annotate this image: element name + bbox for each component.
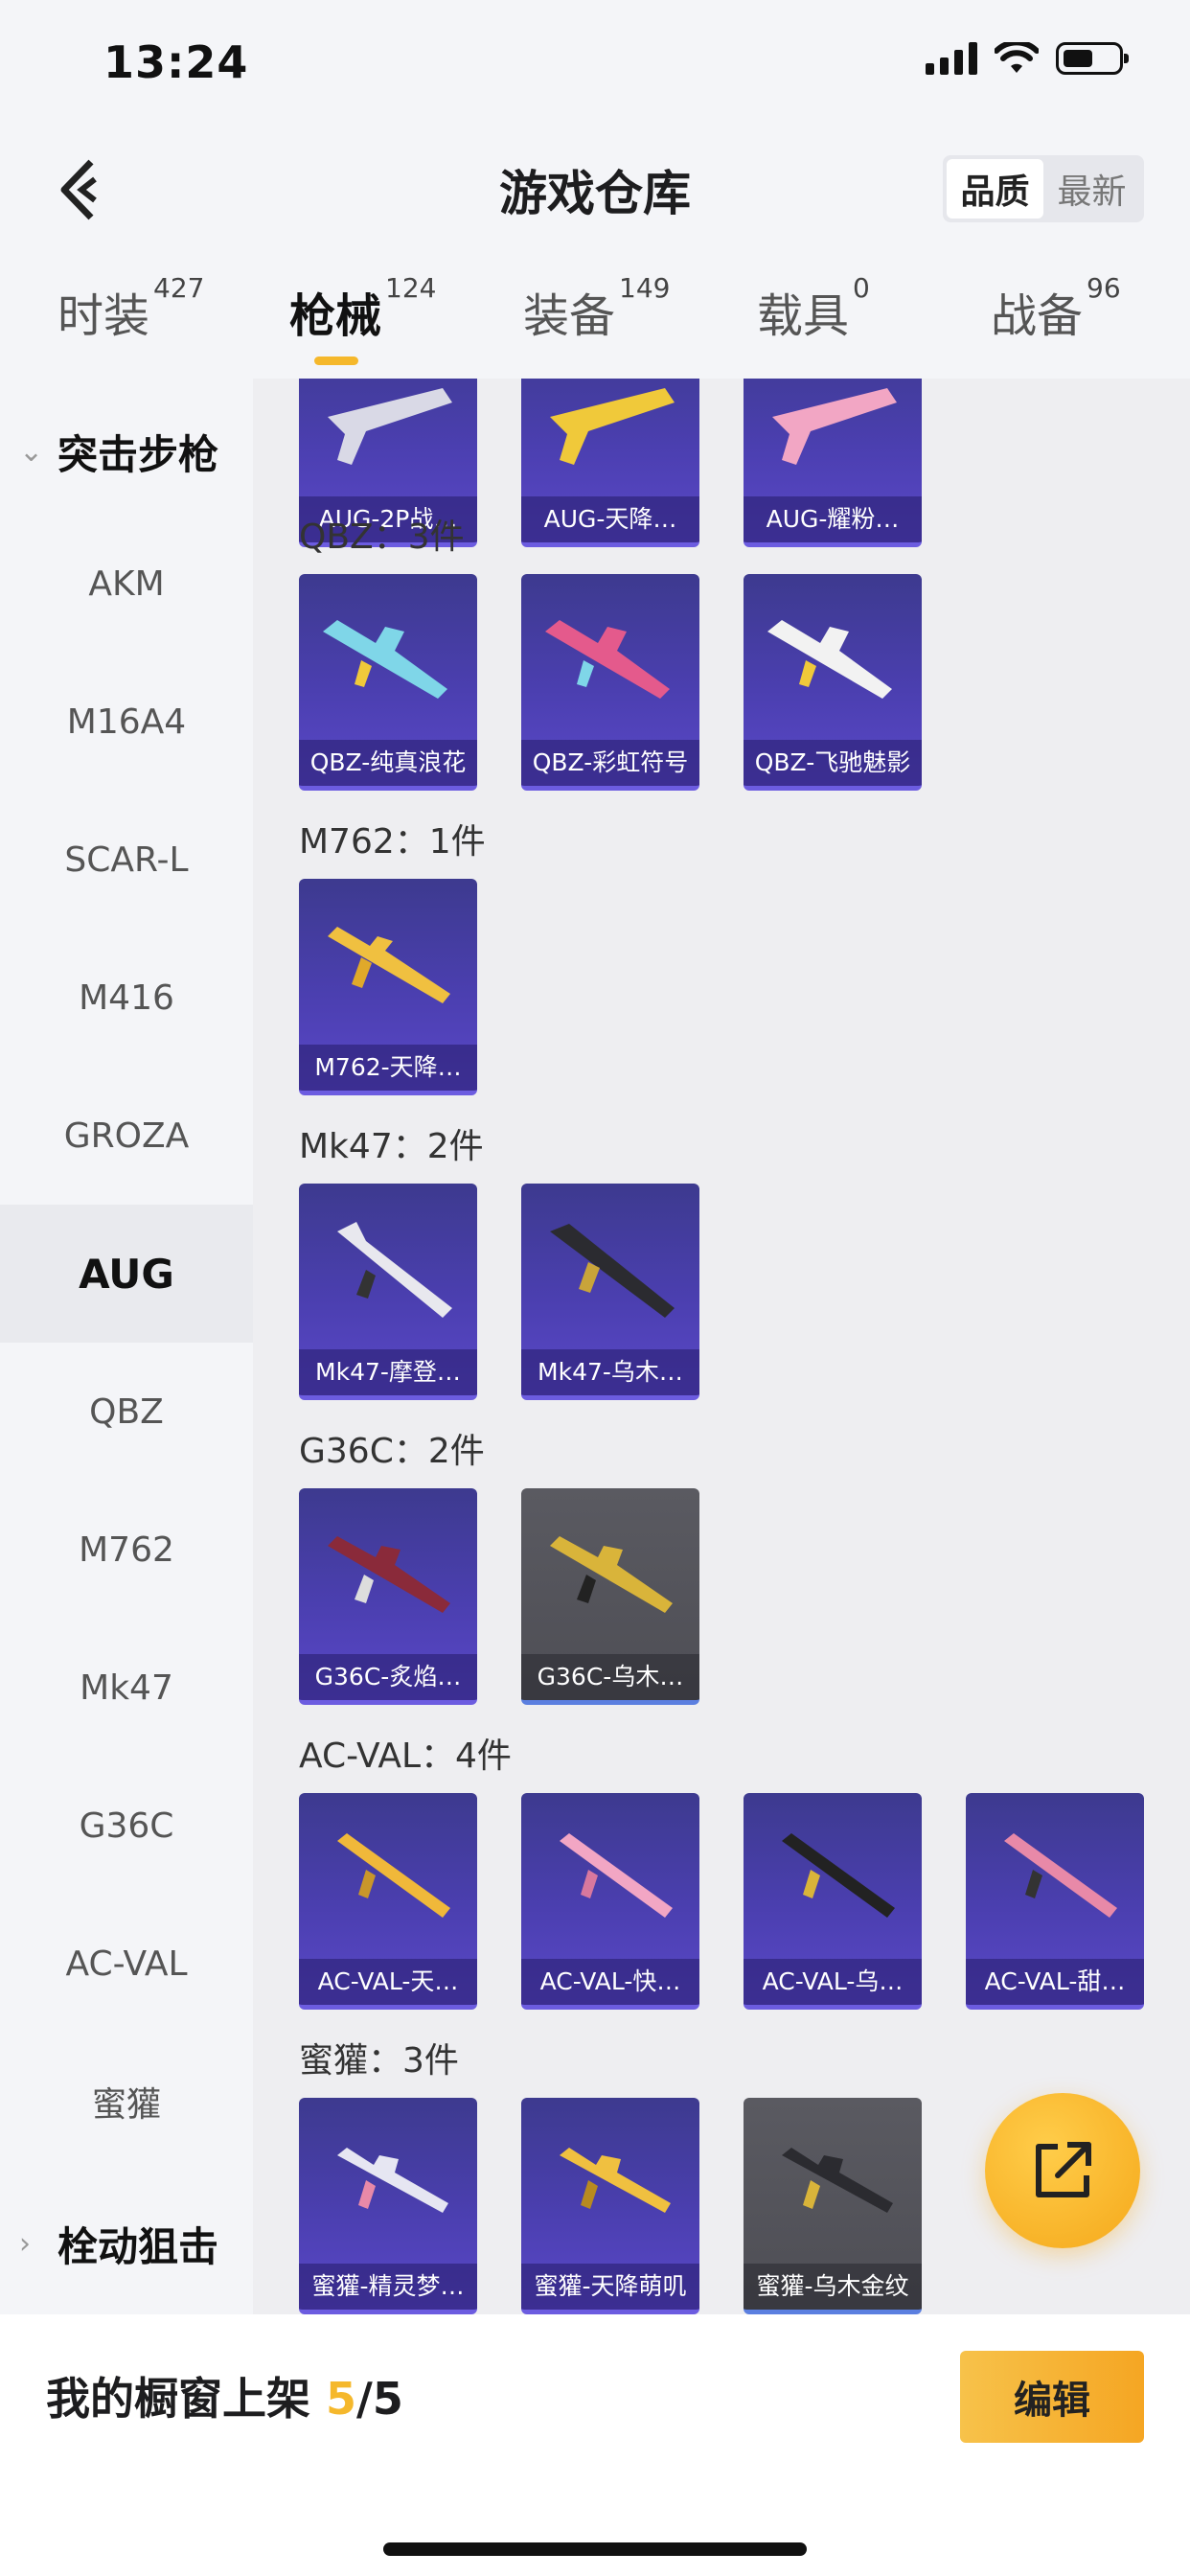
weapon-card[interactable]: QBZ-纯真浪花 bbox=[299, 574, 477, 791]
chevron-right-icon: › bbox=[19, 2226, 31, 2261]
sidebar-item-m416[interactable]: M416 bbox=[0, 929, 253, 1067]
group-title-m762: M762：1件 bbox=[299, 822, 486, 862]
sidebar-category-assault-rifle[interactable]: ⌄ 突击步枪 bbox=[0, 413, 253, 490]
chevron-down-icon: ⌄ bbox=[19, 434, 44, 469]
gun-skin-icon bbox=[782, 1833, 895, 1918]
sidebar-item-m16a4[interactable]: M16A4 bbox=[0, 653, 253, 791]
weapon-card[interactable]: AC-VAL-天… bbox=[299, 1793, 477, 2010]
weapon-card[interactable]: QBZ-彩虹符号 bbox=[521, 574, 699, 791]
gun-skin-icon bbox=[560, 1833, 673, 1918]
sidebar-item-qbz[interactable]: QBZ bbox=[0, 1343, 253, 1481]
cellular-signal-icon bbox=[926, 42, 977, 75]
gun-skin-icon bbox=[545, 620, 670, 699]
sort-toggle: 品质 最新 bbox=[943, 155, 1144, 222]
weapon-card[interactable]: QBZ-飞驰魅影 bbox=[744, 574, 922, 791]
gun-skin-icon bbox=[560, 2148, 671, 2213]
gun-skin-icon bbox=[772, 388, 897, 465]
weapon-card[interactable]: AUG-耀粉… bbox=[744, 379, 922, 547]
weapon-card[interactable]: M762-天降… bbox=[299, 879, 477, 1095]
sidebar-item-groza[interactable]: GROZA bbox=[0, 1067, 253, 1205]
weapon-card[interactable]: AC-VAL-乌… bbox=[744, 1793, 922, 2010]
status-time: 13:24 bbox=[103, 36, 249, 88]
active-tab-indicator bbox=[314, 356, 358, 365]
weapon-grid: AUG-2P战… AUG-天降… AUG-耀粉… QBZ：3件 QBZ-纯真浪花… bbox=[253, 379, 1190, 2314]
gun-skin-icon bbox=[550, 1224, 675, 1318]
sidebar-item-akm[interactable]: AKM bbox=[0, 515, 253, 653]
nav-header: 游戏仓库 品质 最新 bbox=[0, 134, 1190, 249]
group-title-honey-badger: 蜜獾：3件 bbox=[299, 2041, 459, 2081]
weapon-card[interactable]: Mk47-摩登… bbox=[299, 1184, 477, 1400]
gun-skin-icon bbox=[328, 1536, 450, 1613]
tab-supplies[interactable]: 战备96 bbox=[991, 272, 1121, 345]
tab-equipment[interactable]: 装备149 bbox=[523, 272, 670, 345]
home-indicator bbox=[383, 2542, 807, 2556]
share-button[interactable] bbox=[985, 2093, 1140, 2248]
shelf-current-count: 5 bbox=[326, 2373, 357, 2425]
sidebar-item-mk47[interactable]: Mk47 bbox=[0, 1619, 253, 1757]
gun-skin-icon bbox=[767, 620, 892, 699]
weapon-sidebar: ⌄ 突击步枪 AKM M16A4 SCAR-L M416 GROZA AUG QB… bbox=[0, 379, 253, 2314]
gun-skin-icon bbox=[337, 1833, 450, 1918]
gun-skin-icon bbox=[1004, 1833, 1117, 1918]
tab-vehicles[interactable]: 载具0 bbox=[757, 272, 870, 345]
sidebar-item-m762[interactable]: M762 bbox=[0, 1481, 253, 1619]
weapon-card[interactable]: 蜜獾-乌木金纹 bbox=[744, 2098, 922, 2314]
group-title-qbz: QBZ：3件 bbox=[299, 518, 465, 557]
shelf-total-count: /5 bbox=[356, 2373, 403, 2425]
weapon-card[interactable]: Mk47-乌木… bbox=[521, 1184, 699, 1400]
weapon-card[interactable]: G36C-乌木… bbox=[521, 1488, 699, 1705]
gun-skin-icon bbox=[323, 620, 447, 699]
weapon-card[interactable]: AC-VAL-快… bbox=[521, 1793, 699, 2010]
gun-skin-icon bbox=[550, 1536, 673, 1613]
weapon-card[interactable]: 蜜獾-天降萌叽 bbox=[521, 2098, 699, 2314]
weapon-card[interactable]: AC-VAL-甜… bbox=[966, 1793, 1144, 2010]
weapon-card[interactable]: 蜜獾-精灵梦… bbox=[299, 2098, 477, 2314]
weapon-card[interactable]: AUG-天降… bbox=[521, 379, 699, 547]
gun-skin-icon bbox=[337, 1222, 452, 1318]
sidebar-item-g36c[interactable]: G36C bbox=[0, 1757, 253, 1895]
sidebar-item-ac-val[interactable]: AC-VAL bbox=[0, 1895, 253, 2033]
gun-skin-icon bbox=[328, 388, 452, 465]
battery-icon bbox=[1056, 42, 1129, 75]
gun-skin-icon bbox=[782, 2148, 893, 2213]
tab-guns[interactable]: 枪械124 bbox=[289, 272, 436, 345]
gun-skin-icon bbox=[328, 927, 450, 1003]
group-title-mk47: Mk47：2件 bbox=[299, 1127, 484, 1166]
bottom-bar: 我的橱窗上架 5/5 编辑 bbox=[0, 2314, 1190, 2576]
group-title-g36c: G36C：2件 bbox=[299, 1432, 485, 1471]
weapon-card[interactable]: G36C-炙焰… bbox=[299, 1488, 477, 1705]
status-bar: 13:24 bbox=[0, 0, 1190, 134]
sidebar-item-honey-badger[interactable]: 蜜獾 bbox=[0, 2033, 253, 2171]
share-icon bbox=[1036, 2142, 1091, 2197]
showcase-shelf-status: 我的橱窗上架 5/5 bbox=[46, 2373, 403, 2425]
sort-quality-button[interactable]: 品质 bbox=[947, 159, 1043, 218]
edit-button[interactable]: 编辑 bbox=[960, 2351, 1144, 2443]
status-icons bbox=[926, 42, 1129, 75]
group-title-ac-val: AC-VAL：4件 bbox=[299, 1736, 512, 1776]
sort-newest-button[interactable]: 最新 bbox=[1043, 159, 1140, 218]
sidebar-category-bolt-sniper[interactable]: › 栓动狙击 bbox=[0, 2205, 253, 2282]
gun-skin-icon bbox=[550, 388, 675, 465]
wifi-icon bbox=[995, 42, 1039, 73]
sidebar-item-scar-l[interactable]: SCAR-L bbox=[0, 791, 253, 929]
gun-skin-icon bbox=[337, 2148, 448, 2213]
sidebar-item-aug[interactable]: AUG bbox=[0, 1205, 253, 1343]
tab-costume[interactable]: 时装427 bbox=[57, 272, 204, 345]
category-tabs: 时装427 枪械124 装备149 载具0 战备96 bbox=[0, 249, 1190, 379]
